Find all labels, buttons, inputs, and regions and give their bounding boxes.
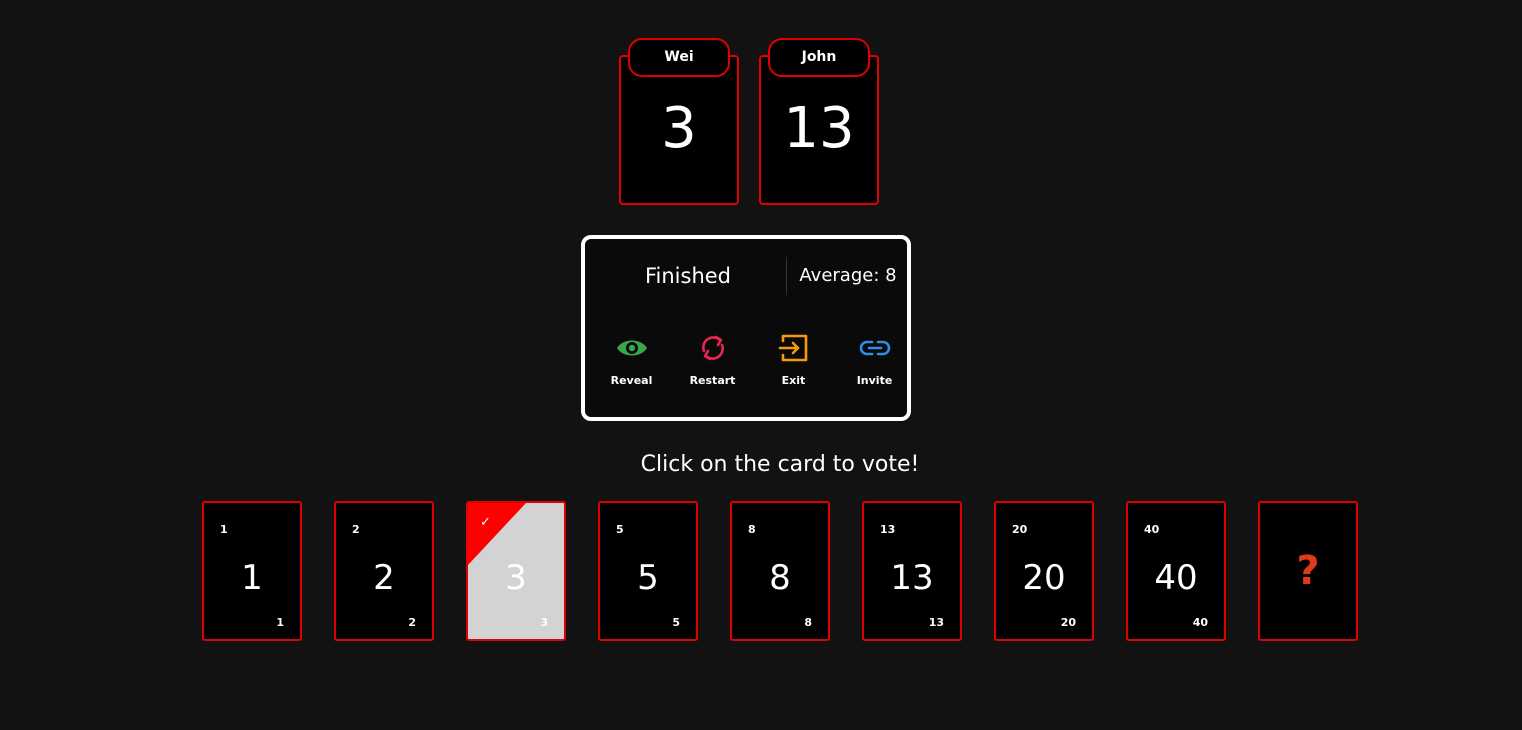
card-corner-value: 3 <box>540 616 548 629</box>
card-value: 3 <box>505 558 527 598</box>
exit-label: Exit <box>781 374 806 387</box>
player-name-tag: John <box>768 38 870 77</box>
card-value: 40 <box>1154 558 1198 598</box>
card-corner-value: 2 <box>352 523 360 536</box>
reveal-button[interactable]: Reveal <box>591 331 672 397</box>
panel-divider <box>786 257 787 295</box>
exit-icon <box>777 331 811 365</box>
player-vote-value: 13 <box>783 96 855 161</box>
card-corner-value: 5 <box>616 523 624 536</box>
card-value: 5 <box>637 558 659 598</box>
action-bar: Reveal Restart Exit Invite <box>591 331 913 397</box>
card-value: 20 <box>1022 558 1066 598</box>
vote-card-5[interactable]: 5 5 5 <box>598 501 698 641</box>
vote-prompt: Click on the card to vote! <box>640 452 920 477</box>
player-seat-wei: 3 Wei <box>619 38 739 205</box>
card-corner-value: 20 <box>1012 523 1028 536</box>
card-corner-value: 5 <box>672 616 680 629</box>
card-corner-value: 13 <box>880 523 896 536</box>
card-corner-value: 2 <box>408 616 416 629</box>
restart-label: Restart <box>689 374 736 387</box>
card-corner-value: 8 <box>748 523 756 536</box>
link-icon <box>858 331 892 365</box>
vote-card-13[interactable]: 13 13 13 <box>862 501 962 641</box>
vote-card-3[interactable]: ✓ 3 3 <box>466 501 566 641</box>
card-corner-value: 8 <box>804 616 812 629</box>
card-corner-value: 13 <box>928 616 944 629</box>
average-value: 8 <box>885 265 897 286</box>
vote-card-deck: 1 1 1 2 2 2 ✓ 3 3 5 5 5 8 8 8 13 13 13 2… <box>0 501 1522 642</box>
card-corner-value: 40 <box>1192 616 1208 629</box>
card-value: 13 <box>890 558 934 598</box>
player-seat-john: 13 John <box>759 38 879 205</box>
restart-button[interactable]: Restart <box>672 331 753 397</box>
exit-button[interactable]: Exit <box>753 331 834 397</box>
card-corner-value: 20 <box>1060 616 1076 629</box>
reveal-label: Reveal <box>610 374 653 387</box>
vote-card-unknown[interactable]: ? <box>1258 501 1358 641</box>
card-value: 2 <box>373 558 395 598</box>
selected-flag <box>468 503 526 565</box>
game-control-panel: Finished Average: 8 Reveal Restart Exit … <box>581 235 911 421</box>
player-vote-value: 3 <box>661 96 697 161</box>
card-value: 8 <box>769 558 791 598</box>
invite-label: Invite <box>856 374 893 387</box>
check-icon: ✓ <box>480 515 491 530</box>
vote-card-40[interactable]: 40 40 40 <box>1126 501 1226 641</box>
vote-card-20[interactable]: 20 20 20 <box>994 501 1094 641</box>
game-status: Finished <box>644 264 732 288</box>
invite-button[interactable]: Invite <box>834 331 915 397</box>
card-corner-value: 40 <box>1144 523 1160 536</box>
card-value: 1 <box>241 558 263 598</box>
card-corner-value: 1 <box>220 523 228 536</box>
eye-icon <box>615 331 649 365</box>
player-name-tag: Wei <box>628 38 730 77</box>
average-display: Average: 8 <box>791 259 905 293</box>
average-label: Average: <box>799 265 880 286</box>
refresh-icon <box>696 331 730 365</box>
vote-card-8[interactable]: 8 8 8 <box>730 501 830 641</box>
vote-card-2[interactable]: 2 2 2 <box>334 501 434 641</box>
card-corner-value: 1 <box>276 616 284 629</box>
vote-card-1[interactable]: 1 1 1 <box>202 501 302 641</box>
question-mark-icon: ? <box>1296 548 1320 594</box>
